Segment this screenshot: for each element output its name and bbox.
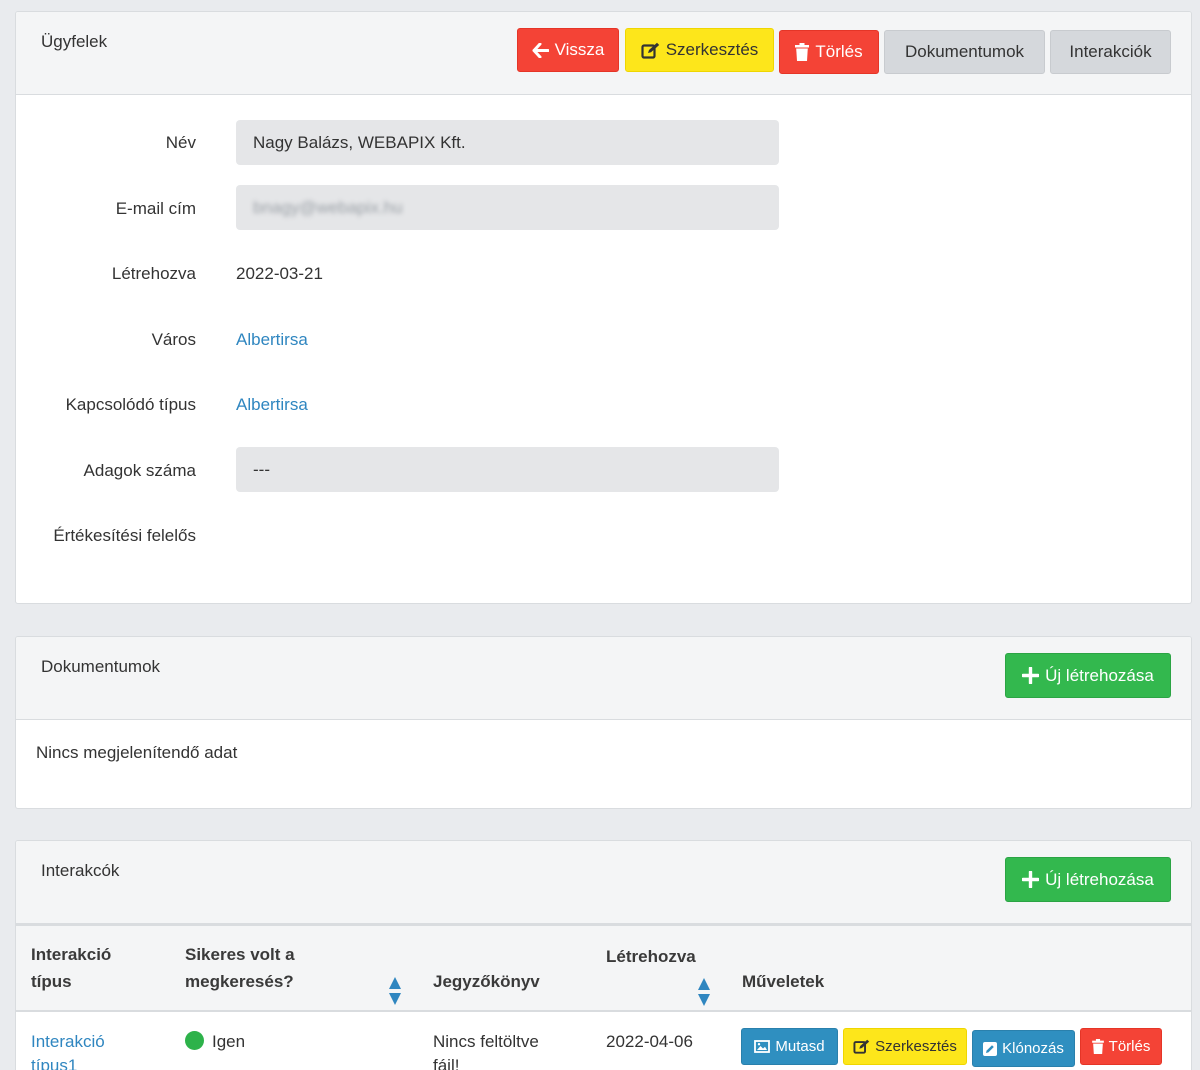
city-link[interactable]: Albertirsa — [236, 330, 308, 350]
row-delete-button-label: Törlés — [1108, 1038, 1151, 1055]
related-type-link[interactable]: Albertirsa — [236, 395, 308, 415]
interaction-type-link[interactable]: Interakció típus1 — [31, 1030, 105, 1070]
interactions-panel-header: Interakcók Új létrehozása — [16, 841, 1191, 924]
documents-panel: Dokumentumok Új létrehozása Nincs megjel… — [15, 636, 1192, 809]
new-interaction-label: Új létrehozása — [1045, 869, 1154, 889]
created-cell: 2022-04-06 — [606, 1032, 693, 1051]
pencil-square-icon — [983, 1041, 998, 1056]
back-button-label: Vissza — [554, 40, 605, 59]
related-type-label: Kapcsolódó típus — [65, 395, 196, 414]
interactions-table-header: Interakció típus Sikeres volt a megkeres… — [16, 924, 1191, 1012]
delete-button-label: Törlés — [815, 42, 863, 61]
name-label: Név — [165, 133, 196, 152]
plus-icon — [1022, 667, 1040, 684]
email-label: E-mail cím — [115, 199, 196, 218]
row-edit-button-label: Szerkesztés — [875, 1038, 957, 1055]
plus-icon — [1022, 871, 1040, 888]
show-button[interactable]: Mutasd — [741, 1028, 838, 1065]
image-icon — [754, 1040, 771, 1053]
city-label: Város — [151, 330, 196, 349]
clone-button-label: Klónozás — [1002, 1040, 1064, 1057]
name-field: Nagy Balázs, WEBAPIX Kft. — [236, 120, 779, 165]
edit-icon — [641, 42, 659, 59]
edit-button-label: Szerkesztés — [665, 40, 759, 59]
interactions-button[interactable]: Interakciók — [1050, 30, 1171, 74]
edit-button[interactable]: Szerkesztés — [625, 28, 774, 72]
sales-owner-label: Értékesítési felelős — [53, 526, 196, 545]
email-value: bnagy@webapix.hu — [253, 197, 403, 217]
col-minutes-header[interactable]: Jegyzőkönyv — [433, 968, 540, 995]
table-row: Interakció típus1 Igen Nincs feltöltve f… — [16, 1014, 1191, 1070]
success-cell: Igen — [185, 1030, 245, 1054]
customer-panel-title: Ügyfelek — [41, 32, 108, 51]
edit-icon — [853, 1039, 870, 1054]
interactions-button-label: Interakciók — [1069, 42, 1152, 61]
batch-count-field: --- — [236, 447, 779, 492]
trash-icon — [795, 43, 810, 61]
minutes-cell: Nincs feltöltve fájl! — [433, 1032, 539, 1070]
created-value: 2022-03-21 — [236, 264, 323, 283]
interactions-panel: Interakcók Új létrehozása Interakció típ… — [15, 840, 1192, 1070]
documents-panel-title: Dokumentumok — [41, 657, 161, 676]
delete-button[interactable]: Törlés — [779, 30, 879, 74]
batch-count-value: --- — [253, 459, 270, 479]
col-type-header[interactable]: Interakció típus — [31, 941, 111, 995]
new-interaction-button[interactable]: Új létrehozása — [1005, 857, 1171, 902]
col-created-header[interactable]: Létrehozva — [606, 943, 696, 970]
documents-button-label: Dokumentumok — [904, 42, 1025, 61]
show-button-label: Mutasd — [775, 1038, 825, 1055]
customer-panel-header: Ügyfelek Vissza Szerkesztés Törlés Dokum… — [16, 12, 1191, 95]
success-status-dot — [185, 1031, 204, 1050]
clone-button[interactable]: Klónozás — [972, 1030, 1075, 1067]
documents-panel-header: Dokumentumok Új létrehozása — [16, 637, 1191, 720]
col-actions-header: Műveletek — [742, 972, 825, 991]
new-document-label: Új létrehozása — [1045, 665, 1154, 685]
row-delete-button[interactable]: Törlés — [1080, 1028, 1162, 1065]
documents-button[interactable]: Dokumentumok — [884, 30, 1045, 74]
success-value: Igen — [212, 1032, 246, 1051]
interactions-panel-title: Interakcók — [41, 861, 120, 880]
new-document-button[interactable]: Új létrehozása — [1005, 653, 1171, 698]
col-success-header[interactable]: Sikeres volt a megkeresés? — [185, 941, 295, 995]
row-edit-button[interactable]: Szerkesztés — [843, 1028, 967, 1065]
customer-panel: Ügyfelek Vissza Szerkesztés Törlés Dokum… — [15, 11, 1192, 604]
sort-icon[interactable] — [388, 976, 402, 1006]
back-button[interactable]: Vissza — [517, 28, 619, 72]
arrow-left-icon — [532, 42, 549, 58]
created-label: Létrehozva — [111, 264, 196, 283]
sort-icon[interactable] — [697, 977, 711, 1007]
trash-icon — [1091, 1039, 1104, 1054]
email-field: bnagy@webapix.hu — [236, 185, 779, 230]
documents-empty-message: Nincs megjelenítendő adat — [36, 743, 238, 762]
name-value: Nagy Balázs, WEBAPIX Kft. — [253, 132, 466, 152]
batch-count-label: Adagok száma — [83, 461, 196, 480]
